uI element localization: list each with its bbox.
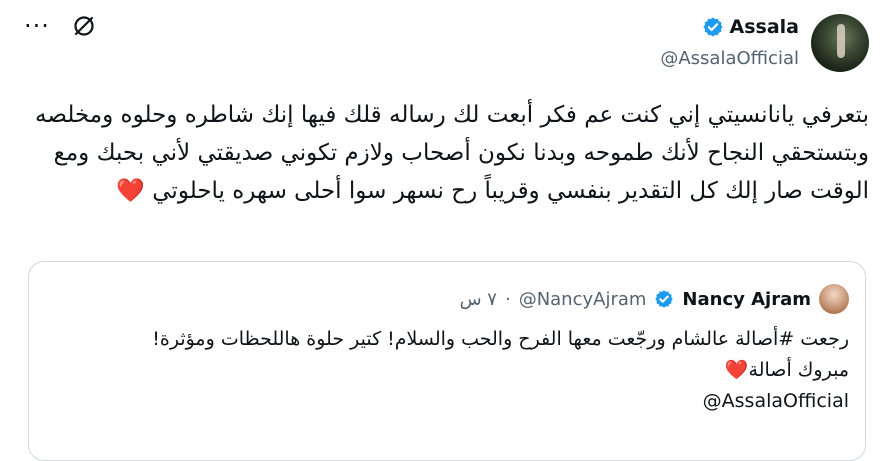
quoted-author-avatar[interactable]	[819, 284, 849, 314]
verified-badge-icon	[702, 16, 724, 38]
quoted-tweet-text: رجعت #أصالة عالشام ورجّعت معها الفرح وال…	[49, 324, 849, 417]
quoted-text-line-1: رجعت #أصالة عالشام ورجّعت معها الفرح وال…	[152, 328, 849, 350]
tweet-text-content: بتعرفي يانانسيتي إني كنت عم فكر أبعت لك …	[27, 102, 869, 204]
author-name-row[interactable]: Assala	[702, 16, 799, 38]
grok-icon[interactable]	[72, 14, 96, 38]
more-options-icon[interactable]: ···	[24, 14, 50, 38]
quoted-tweet-card[interactable]: ٧ س · @NancyAjram Nancy Ajram رجعت #أصال…	[28, 261, 866, 461]
tweet-text: بتعرفي يانانسيتي إني كنت عم فكر أبعت لك …	[19, 96, 869, 210]
author-avatar[interactable]	[811, 14, 869, 72]
author-handle[interactable]: @AssalaOfficial	[660, 48, 799, 69]
avatar-figure	[837, 24, 845, 58]
quoted-author-display-name[interactable]: Nancy Ajram	[682, 289, 811, 310]
quoted-heart-emoji-icon: ❤️	[724, 359, 749, 381]
quoted-text-line-2: مبروك أصالة❤️	[49, 355, 849, 386]
quoted-tweet-separator: ·	[504, 288, 511, 310]
quoted-author-handle[interactable]: @NancyAjram	[519, 289, 647, 310]
quoted-tweet-header: ٧ س · @NancyAjram Nancy Ajram	[460, 284, 849, 314]
quoted-verified-badge-icon	[654, 289, 674, 309]
tweet-actions: ···	[24, 14, 96, 38]
quoted-mention-link[interactable]: @AssalaOfficial	[703, 390, 849, 412]
quoted-mention: @AssalaOfficial	[49, 386, 849, 417]
quoted-tweet-time[interactable]: ٧ س	[460, 289, 497, 310]
quoted-text-line-2-content: مبروك أصالة	[748, 359, 849, 381]
heart-emoji-icon: ❤️	[116, 178, 145, 204]
tweet-header: ··· Assala @AssalaOfficial	[0, 14, 895, 76]
author-display-name[interactable]: Assala	[730, 16, 799, 38]
